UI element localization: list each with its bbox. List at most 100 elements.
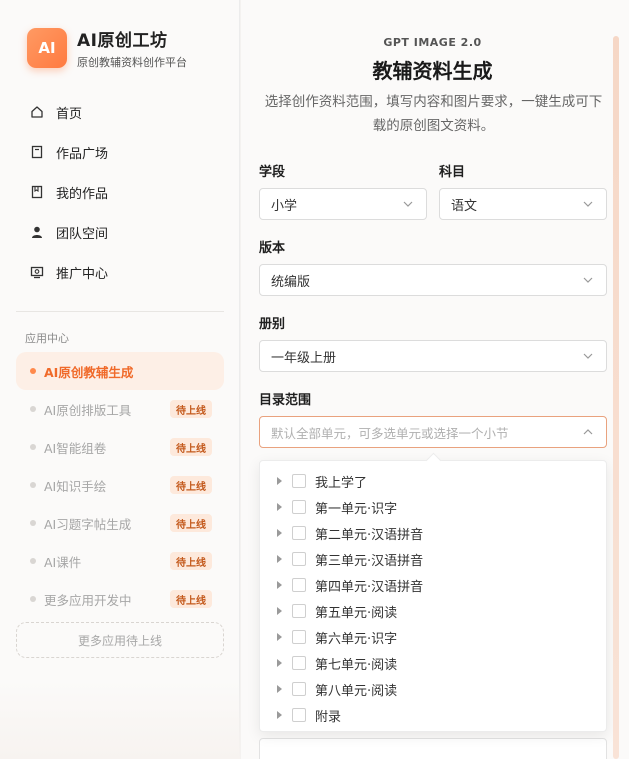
- app-item-tutorial-gen[interactable]: AI原创教辅生成: [16, 352, 224, 390]
- brand-title: AI原创工坊: [77, 31, 168, 51]
- nav-label: 团队空间: [56, 226, 109, 242]
- expand-arrow-icon[interactable]: [277, 555, 282, 563]
- app-label: AI原创教辅生成: [44, 364, 134, 380]
- app-item-knowledge-drawing[interactable]: AI知识手绘 待上线: [16, 466, 224, 504]
- sidebar: AI AI原创工坊 原创教辅资料创作平台 首页 作品广场 我的作品 团队空间 推…: [0, 0, 240, 759]
- tree-checkbox[interactable]: [292, 656, 306, 670]
- expand-arrow-icon[interactable]: [277, 659, 282, 667]
- expand-arrow-icon[interactable]: [277, 581, 282, 589]
- tree-item[interactable]: 第二单元·汉语拼音: [260, 520, 606, 546]
- tree-checkbox[interactable]: [292, 526, 306, 540]
- nav-item-gallery[interactable]: 作品广场: [16, 132, 224, 172]
- tree-item[interactable]: 我上学了: [260, 468, 606, 494]
- status-dot: [30, 558, 36, 564]
- stage-value: 小学: [271, 198, 298, 214]
- status-dot: [30, 368, 36, 374]
- app-label: AI习题字帖生成: [44, 516, 132, 532]
- scrollbar[interactable]: [613, 36, 619, 759]
- expand-arrow-icon[interactable]: [277, 529, 282, 537]
- app-item-more[interactable]: 更多应用开发中 待上线: [16, 580, 224, 618]
- expand-arrow-icon[interactable]: [277, 503, 282, 511]
- stage-select[interactable]: 小学: [259, 188, 427, 220]
- status-dot: [30, 482, 36, 488]
- tree-item[interactable]: 第七单元·阅读: [260, 650, 606, 676]
- tree-item-label: 第六单元·识字: [315, 632, 398, 647]
- app-center-title: 应用中心: [25, 332, 69, 345]
- app-item-courseware[interactable]: AI课件 待上线: [16, 542, 224, 580]
- expand-arrow-icon[interactable]: [277, 477, 282, 485]
- tree-item[interactable]: 第三单元·汉语拼音: [260, 546, 606, 572]
- book-icon: [30, 145, 44, 159]
- tree-checkbox[interactable]: [292, 578, 306, 592]
- status-dot: [30, 596, 36, 602]
- coming-soon-badge: 待上线: [170, 476, 212, 494]
- more-apps-button[interactable]: 更多应用待上线: [16, 622, 224, 658]
- app-list: AI原创教辅生成 AI原创排版工具 待上线 AI智能组卷 待上线 AI知识手绘 …: [16, 352, 224, 618]
- app-label: AI智能组卷: [44, 440, 107, 456]
- nav-label: 推广中心: [56, 266, 109, 282]
- catalog-label: 目录范围: [259, 393, 312, 408]
- tree-checkbox[interactable]: [292, 552, 306, 566]
- tree-item[interactable]: 附录: [260, 702, 606, 728]
- tree-item-label: 第七单元·阅读: [315, 658, 398, 673]
- subject-select[interactable]: 语文: [439, 188, 607, 220]
- chevron-down-icon: [403, 201, 413, 207]
- chevron-down-icon: [583, 201, 593, 207]
- main-panel: GPT IMAGE 2.0 教辅资料生成 选择创作资料范围，填写内容和图片要求，…: [241, 0, 629, 759]
- hidden-field-box: [259, 738, 607, 759]
- tree-item[interactable]: 第六单元·识字: [260, 624, 606, 650]
- tree-item[interactable]: 第五单元·阅读: [260, 598, 606, 624]
- app-window: AI AI原创工坊 原创教辅资料创作平台 首页 作品广场 我的作品 团队空间 推…: [0, 0, 629, 759]
- tree-checkbox[interactable]: [292, 474, 306, 488]
- tree-item-label: 第二单元·汉语拼音: [315, 528, 424, 543]
- expand-arrow-icon[interactable]: [277, 607, 282, 615]
- status-dot: [30, 406, 36, 412]
- tree-item-label: 附录: [315, 710, 342, 725]
- tree-item-label: 第四单元·汉语拼音: [315, 580, 424, 595]
- app-item-smart-exam[interactable]: AI智能组卷 待上线: [16, 428, 224, 466]
- nav-item-promotion[interactable]: 推广中心: [16, 252, 224, 292]
- nav-item-team[interactable]: 团队空间: [16, 212, 224, 252]
- catalog-tree-dropdown: 我上学了 第一单元·识字 第二单元·汉语拼音 第三单元·汉语拼音 第四单元·汉语: [259, 460, 607, 732]
- brand[interactable]: AI AI原创工坊 原创教辅资料创作平台: [27, 26, 187, 70]
- nav-label: 首页: [56, 106, 83, 122]
- app-label: AI知识手绘: [44, 478, 107, 494]
- expand-arrow-icon[interactable]: [277, 685, 282, 693]
- sidebar-bottom-fade: [0, 680, 240, 759]
- chevron-down-icon: [583, 277, 593, 283]
- home-icon: [30, 105, 44, 119]
- chevron-down-icon: [583, 353, 593, 359]
- page-description: 选择创作资料范围，填写内容和图片要求，一键生成可下载的原创图文资料。: [264, 94, 603, 134]
- tree-checkbox[interactable]: [292, 682, 306, 696]
- tree-checkbox[interactable]: [292, 604, 306, 618]
- nav-item-my-works[interactable]: 我的作品: [16, 172, 224, 212]
- tree-item[interactable]: 第八单元·阅读: [260, 676, 606, 702]
- coming-soon-badge: 待上线: [170, 590, 212, 608]
- model-eyebrow: GPT IMAGE 2.0: [383, 36, 482, 49]
- tree-checkbox[interactable]: [292, 500, 306, 514]
- status-dot: [30, 444, 36, 450]
- edition-label: 版本: [259, 241, 286, 256]
- app-label: AI课件: [44, 554, 82, 570]
- app-item-copybook[interactable]: AI习题字帖生成 待上线: [16, 504, 224, 542]
- volume-select[interactable]: 一年级上册: [259, 340, 607, 372]
- page-title: 教辅资料生成: [372, 59, 493, 83]
- subject-value: 语文: [451, 198, 478, 214]
- edition-select[interactable]: 统编版: [259, 264, 607, 296]
- tree-item[interactable]: 第四单元·汉语拼音: [260, 572, 606, 598]
- coming-soon-badge: 待上线: [170, 514, 212, 532]
- promotion-icon: [30, 265, 44, 279]
- app-item-layout-tool[interactable]: AI原创排版工具 待上线: [16, 390, 224, 428]
- nav-item-home[interactable]: 首页: [16, 92, 224, 132]
- tree-item[interactable]: 第一单元·识字: [260, 494, 606, 520]
- expand-arrow-icon[interactable]: [277, 711, 282, 719]
- tree-checkbox[interactable]: [292, 708, 306, 722]
- nav-label: 我的作品: [56, 186, 109, 202]
- logo-badge: AI: [27, 28, 67, 68]
- chevron-up-icon: [583, 429, 593, 435]
- subject-label: 科目: [439, 165, 466, 180]
- nav-label: 作品广场: [56, 146, 109, 162]
- catalog-select[interactable]: 默认全部单元，可多选单元或选择一个小节: [259, 416, 607, 448]
- expand-arrow-icon[interactable]: [277, 633, 282, 641]
- tree-checkbox[interactable]: [292, 630, 306, 644]
